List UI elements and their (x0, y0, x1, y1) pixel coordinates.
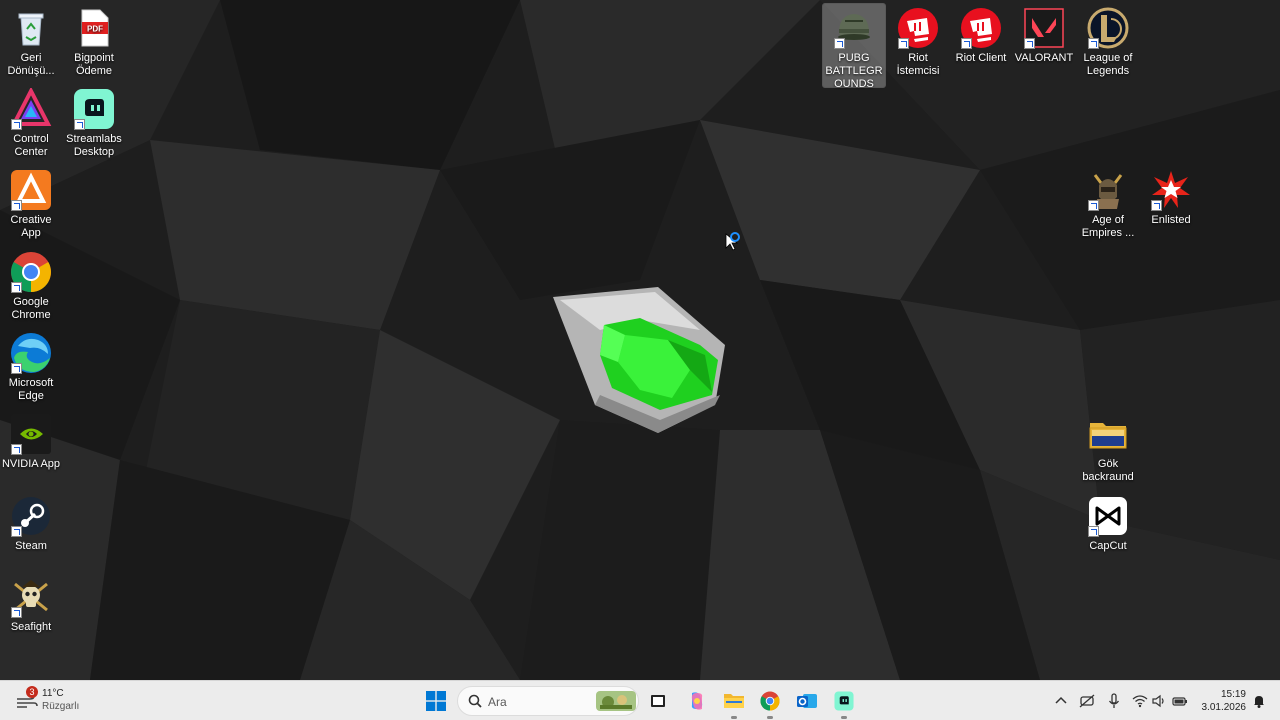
pubg-icon (833, 7, 875, 49)
icon-label: Gök backraund (1082, 458, 1134, 483)
control-center-icon (10, 88, 52, 130)
pubg-shortcut[interactable]: PUBG BATTLEGROUNDS (822, 3, 886, 90)
enlisted-icon (1150, 169, 1192, 211)
start-button[interactable] (420, 685, 452, 717)
capcut-icon (1087, 495, 1129, 537)
icon-label: Google Chrome (11, 296, 51, 321)
league-shortcut[interactable]: League of Legends (1077, 4, 1139, 78)
capcut-shortcut[interactable]: CapCut (1077, 492, 1139, 553)
icon-label: Control Center (13, 133, 49, 158)
streamlabs-icon (73, 88, 115, 130)
icon-label: VALORANT (1014, 52, 1074, 64)
folder-icon (1087, 413, 1129, 455)
chrome-taskbar-button[interactable] (754, 685, 786, 719)
icon-label: CapCut (1089, 540, 1127, 552)
icon-label: Creative App (10, 214, 52, 239)
icon-label: Geri Dönüşü... (7, 52, 55, 77)
search-placeholder: Ara (488, 695, 507, 709)
taskbar: 3 11°C Rüzgarlı Ara 15:19 3.01.2026 (0, 680, 1280, 720)
wallpaper (0, 0, 1280, 680)
copilot-icon (691, 692, 703, 710)
notification-bell-icon[interactable] (1251, 693, 1267, 709)
streamlabs-taskbar-button[interactable] (828, 685, 860, 719)
icon-label: Enlisted (1151, 214, 1191, 226)
microphone-icon[interactable] (1106, 693, 1122, 709)
svg-text:PDF: PDF (87, 25, 103, 34)
age-of-empires-shortcut[interactable]: Age of Empires ... (1077, 166, 1139, 240)
creative-app-icon (10, 169, 52, 211)
icon-label: Streamlabs Desktop (66, 133, 122, 158)
streamlabs-icon (834, 691, 854, 711)
icon-label: Microsoft Edge (8, 377, 54, 402)
search-icon (468, 694, 482, 708)
volume-icon[interactable] (1151, 693, 1167, 709)
copilot-button[interactable] (681, 685, 713, 717)
icon-label: Riot Client (955, 52, 1007, 64)
age-of-empires-icon (1087, 169, 1129, 211)
recycle-bin-icon (10, 7, 52, 49)
icon-label: Age of Empires ... (1081, 214, 1135, 239)
icon-label: Riot İstemcisi (896, 52, 940, 77)
outlook-button[interactable] (791, 685, 823, 717)
riot-icon (960, 7, 1002, 49)
chrome-icon (760, 691, 780, 711)
steam-shortcut[interactable]: Steam (0, 492, 62, 553)
desktop[interactable]: Geri Dönüşü... PDF Bigpoint Ödeme Contro… (0, 0, 1280, 680)
file-explorer-button[interactable] (718, 685, 750, 719)
icon-label: Bigpoint Ödeme (74, 52, 114, 77)
icon-label: Seafight (10, 621, 52, 633)
notification-badge: 3 (26, 686, 38, 698)
chrome-shortcut[interactable]: Google Chrome (0, 248, 62, 322)
edge-icon (10, 332, 52, 374)
weather-condition: Rüzgarlı (42, 701, 80, 712)
weather-temp: 11°C (42, 688, 64, 699)
icon-label: Steam (15, 540, 47, 552)
gok-backraund-folder[interactable]: Gök backraund (1077, 410, 1139, 484)
weather-widget[interactable]: 3 11°C Rüzgarlı (12, 686, 102, 716)
file-explorer-icon (724, 694, 744, 708)
search-highlight-icon (596, 691, 636, 711)
riot-icon (897, 7, 939, 49)
valorant-icon (1023, 7, 1065, 49)
icon-label: League of Legends (1083, 52, 1133, 77)
clock[interactable]: 15:19 3.01.2026 (1196, 688, 1247, 714)
riot-istemcisi-shortcut[interactable]: Riot İstemcisi (887, 4, 949, 78)
streamlabs-shortcut[interactable]: Streamlabs Desktop (63, 85, 125, 159)
chrome-icon (10, 251, 52, 293)
windows-start-icon (426, 691, 446, 711)
task-view-button[interactable] (642, 685, 674, 717)
task-view-icon (651, 695, 665, 707)
search-box[interactable]: Ara (457, 686, 639, 716)
valorant-shortcut[interactable]: VALORANT (1013, 4, 1075, 65)
nvidia-shortcut[interactable]: NVIDIA App (0, 410, 62, 471)
league-icon (1087, 7, 1129, 49)
clock-date: 3.01.2026 (1201, 702, 1247, 713)
icon-label: PUBG BATTLEGROUNDS (825, 52, 883, 90)
control-center-shortcut[interactable]: Control Center (0, 85, 62, 159)
outlook-icon (797, 694, 817, 708)
clock-time: 15:19 (1220, 689, 1246, 700)
creative-app-shortcut[interactable]: Creative App (0, 166, 62, 240)
seafight-shortcut[interactable]: Seafight (0, 573, 62, 634)
no-location-icon[interactable] (1079, 693, 1095, 709)
enlisted-shortcut[interactable]: Enlisted (1140, 166, 1202, 227)
pdf-shortcut[interactable]: PDF Bigpoint Ödeme (63, 4, 125, 78)
chevron-up-icon[interactable] (1053, 693, 1069, 709)
icon-label: NVIDIA App (1, 458, 61, 470)
recycle-bin-shortcut[interactable]: Geri Dönüşü... (0, 4, 62, 78)
nvidia-icon (10, 413, 52, 455)
edge-shortcut[interactable]: Microsoft Edge (0, 329, 62, 403)
pdf-icon: PDF (73, 7, 115, 49)
seafight-icon (10, 576, 52, 618)
riot-client-shortcut[interactable]: Riot Client (950, 4, 1012, 65)
steam-icon (10, 495, 52, 537)
wifi-icon[interactable] (1132, 693, 1148, 709)
